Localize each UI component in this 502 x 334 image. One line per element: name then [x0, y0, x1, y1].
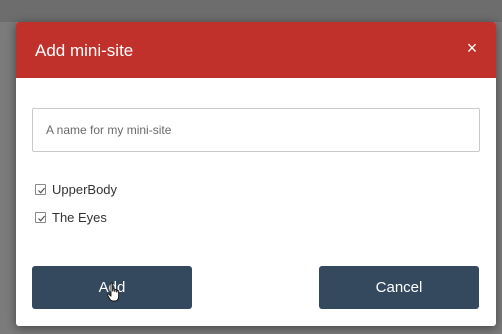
mini-site-name-input[interactable]	[32, 108, 480, 152]
checkbox-label: UpperBody	[52, 181, 118, 197]
dialog-header: Add mini-site ×	[16, 22, 496, 78]
dialog-title: Add mini-site	[35, 41, 134, 60]
checkbox-upperbody[interactable]: UpperBody	[35, 180, 117, 198]
checkbox-the-eyes[interactable]: The Eyes	[35, 208, 107, 226]
checkbox-checked-icon[interactable]	[35, 183, 46, 195]
add-mini-site-dialog: Add mini-site × UpperBody The Eyes Add C…	[16, 22, 496, 326]
close-button[interactable]: ×	[462, 38, 482, 58]
checkbox-checked-icon[interactable]	[35, 211, 46, 223]
cancel-button[interactable]: Cancel	[319, 266, 479, 309]
close-icon: ×	[466, 38, 478, 58]
checkbox-label: The Eyes	[52, 209, 107, 225]
backdrop-top-strip	[0, 0, 502, 22]
add-button[interactable]: Add	[32, 266, 192, 309]
